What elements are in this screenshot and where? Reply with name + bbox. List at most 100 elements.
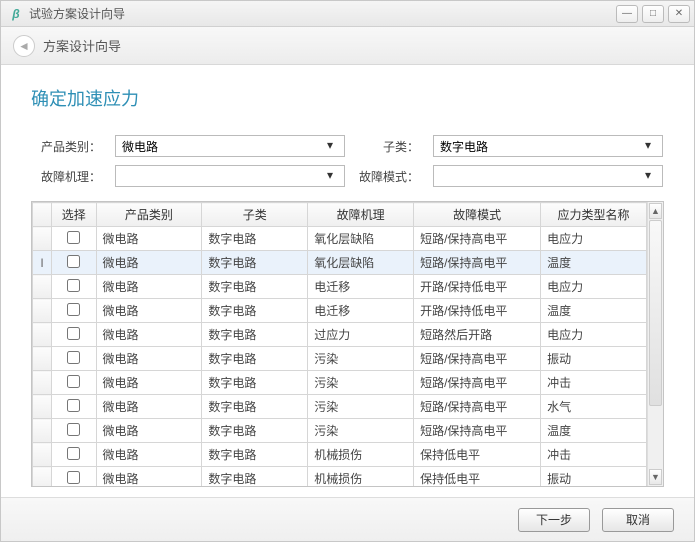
- cell-stress: 冲击: [541, 371, 647, 395]
- cell-subclass: 数字电路: [202, 323, 308, 347]
- header-indicator: [33, 203, 52, 227]
- row-select-cell: [52, 395, 96, 419]
- cell-subclass: 数字电路: [202, 371, 308, 395]
- cell-mechanism: 污染: [308, 347, 414, 371]
- row-checkbox[interactable]: [67, 231, 80, 244]
- cell-mode: 开路/保持低电平: [414, 275, 541, 299]
- row-checkbox[interactable]: [67, 303, 80, 316]
- subclass-combo[interactable]: ▾: [433, 135, 663, 157]
- subclass-label: 子类：: [359, 138, 419, 155]
- table-row[interactable]: I微电路数字电路氧化层缺陷短路/保持高电平温度: [33, 251, 647, 275]
- subclass-input[interactable]: [433, 135, 663, 157]
- row-select-cell: [52, 371, 96, 395]
- row-checkbox[interactable]: [67, 471, 80, 484]
- row-checkbox[interactable]: [67, 279, 80, 292]
- row-checkbox[interactable]: [67, 327, 80, 340]
- cell-product: 微电路: [96, 467, 202, 487]
- header-select: 选择: [52, 203, 96, 227]
- row-indicator: [33, 467, 52, 487]
- scroll-up-icon[interactable]: ▲: [649, 203, 662, 219]
- cell-mode: 短路/保持高电平: [414, 395, 541, 419]
- cell-subclass: 数字电路: [202, 347, 308, 371]
- table-row[interactable]: 微电路数字电路电迁移开路/保持低电平电应力: [33, 275, 647, 299]
- table-row[interactable]: 微电路数字电路机械损伤保持低电平振动: [33, 467, 647, 487]
- cell-product: 微电路: [96, 347, 202, 371]
- cell-mechanism: 污染: [308, 395, 414, 419]
- app-logo-icon: β: [9, 7, 23, 21]
- table-scroll: 选择 产品类别 子类 故障机理 故障模式 应力类型名称 微电路数字电路氧化层缺陷…: [32, 202, 647, 486]
- cell-mechanism: 污染: [308, 371, 414, 395]
- table-row[interactable]: 微电路数字电路过应力短路然后开路电应力: [33, 323, 647, 347]
- filters: 产品类别： ▾ 子类： ▾ 故障机理： ▾ 故障模式： ▾: [31, 135, 664, 187]
- back-button[interactable]: ◄: [13, 35, 35, 57]
- row-checkbox[interactable]: [67, 447, 80, 460]
- scrollbar[interactable]: ▲ ▼: [647, 202, 663, 486]
- cell-mode: 短路/保持高电平: [414, 371, 541, 395]
- row-checkbox[interactable]: [67, 375, 80, 388]
- cell-mode: 短路/保持高电平: [414, 251, 541, 275]
- mechanism-input[interactable]: [115, 165, 345, 187]
- cell-subclass: 数字电路: [202, 251, 308, 275]
- cell-product: 微电路: [96, 443, 202, 467]
- table-row[interactable]: 微电路数字电路污染短路/保持高电平温度: [33, 419, 647, 443]
- close-button[interactable]: ✕: [668, 5, 690, 23]
- row-checkbox[interactable]: [67, 351, 80, 364]
- minimize-button[interactable]: —: [616, 5, 638, 23]
- window-title: 试验方案设计向导: [29, 5, 616, 22]
- cell-stress: 冲击: [541, 443, 647, 467]
- table-row[interactable]: 微电路数字电路氧化层缺陷短路/保持高电平电应力: [33, 227, 647, 251]
- sub-header: ◄ 方案设计向导: [1, 27, 694, 65]
- row-checkbox[interactable]: [67, 423, 80, 436]
- header-subclass: 子类: [202, 203, 308, 227]
- mechanism-label: 故障机理：: [31, 168, 101, 185]
- wizard-window: β 试验方案设计向导 — □ ✕ ◄ 方案设计向导 确定加速应力 产品类别： ▾…: [0, 0, 695, 542]
- table-wrap: 选择 产品类别 子类 故障机理 故障模式 应力类型名称 微电路数字电路氧化层缺陷…: [31, 201, 664, 487]
- cancel-button[interactable]: 取消: [602, 508, 674, 532]
- mechanism-combo[interactable]: ▾: [115, 165, 345, 187]
- cell-mechanism: 氧化层缺陷: [308, 227, 414, 251]
- header-mode: 故障模式: [414, 203, 541, 227]
- back-arrow-icon: ◄: [18, 39, 30, 53]
- cell-mechanism: 机械损伤: [308, 443, 414, 467]
- header-product: 产品类别: [96, 203, 202, 227]
- cell-subclass: 数字电路: [202, 227, 308, 251]
- scroll-thumb[interactable]: [649, 220, 662, 406]
- scroll-down-icon[interactable]: ▼: [649, 469, 662, 485]
- product-combo[interactable]: ▾: [115, 135, 345, 157]
- cell-subclass: 数字电路: [202, 275, 308, 299]
- row-indicator: [33, 347, 52, 371]
- row-select-cell: [52, 227, 96, 251]
- cell-subclass: 数字电路: [202, 419, 308, 443]
- next-button[interactable]: 下一步: [518, 508, 590, 532]
- product-label: 产品类别：: [31, 138, 101, 155]
- cell-mode: 短路然后开路: [414, 323, 541, 347]
- cell-product: 微电路: [96, 227, 202, 251]
- cell-mechanism: 电迁移: [308, 275, 414, 299]
- cell-mode: 短路/保持高电平: [414, 347, 541, 371]
- row-checkbox[interactable]: [67, 255, 80, 268]
- table-row[interactable]: 微电路数字电路机械损伤保持低电平冲击: [33, 443, 647, 467]
- row-checkbox[interactable]: [67, 399, 80, 412]
- cell-product: 微电路: [96, 419, 202, 443]
- maximize-button[interactable]: □: [642, 5, 664, 23]
- header-mechanism: 故障机理: [308, 203, 414, 227]
- table-header-row: 选择 产品类别 子类 故障机理 故障模式 应力类型名称: [33, 203, 647, 227]
- row-indicator: [33, 227, 52, 251]
- table-row[interactable]: 微电路数字电路污染短路/保持高电平冲击: [33, 371, 647, 395]
- cell-stress: 温度: [541, 299, 647, 323]
- table-row[interactable]: 微电路数字电路电迁移开路/保持低电平温度: [33, 299, 647, 323]
- cell-stress: 水气: [541, 395, 647, 419]
- cell-stress: 温度: [541, 251, 647, 275]
- mode-combo[interactable]: ▾: [433, 165, 663, 187]
- section-title: 确定加速应力: [31, 85, 664, 111]
- footer: 下一步 取消: [1, 497, 694, 541]
- table-row[interactable]: 微电路数字电路污染短路/保持高电平水气: [33, 395, 647, 419]
- scroll-track[interactable]: [648, 220, 663, 468]
- cell-product: 微电路: [96, 251, 202, 275]
- mode-input[interactable]: [433, 165, 663, 187]
- row-select-cell: [52, 275, 96, 299]
- cell-product: 微电路: [96, 395, 202, 419]
- product-input[interactable]: [115, 135, 345, 157]
- window-controls: — □ ✕: [616, 5, 690, 23]
- table-row[interactable]: 微电路数字电路污染短路/保持高电平振动: [33, 347, 647, 371]
